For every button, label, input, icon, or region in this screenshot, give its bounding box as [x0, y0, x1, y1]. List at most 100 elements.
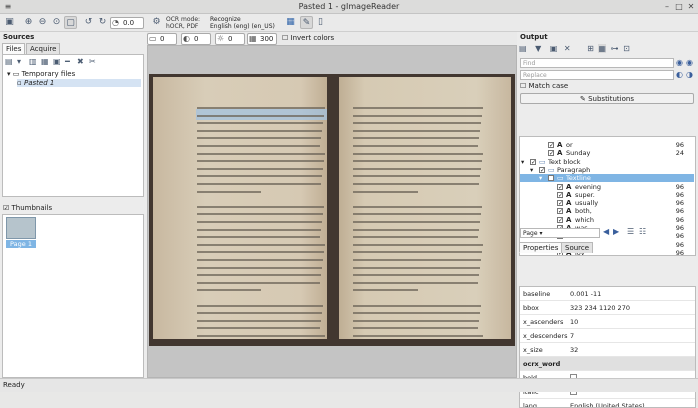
ocr-settings-icon[interactable]: ⚙ [150, 16, 163, 29]
minimize-icon[interactable]: – [662, 2, 672, 12]
save-icon[interactable]: ▾ [17, 57, 27, 66]
row-checkbox[interactable]: ✓ [548, 142, 554, 149]
tree-view-icon[interactable]: ☷ [639, 227, 646, 236]
output-document-icon[interactable]: ▯ [314, 16, 327, 29]
row-checkbox[interactable]: ✓ [557, 216, 563, 223]
contrast-spinbox[interactable]: ◐ 0 [181, 33, 211, 45]
resolution-spinbox[interactable]: ▦ 300 [247, 33, 277, 45]
add-image-icon[interactable]: ▣ [3, 16, 16, 29]
open-file-icon[interactable]: ▤ [5, 57, 15, 66]
replace-input[interactable]: Replace [520, 70, 674, 80]
property-value[interactable]: 32 [570, 343, 578, 357]
prev-page-icon[interactable]: ◀ [603, 227, 609, 236]
tab-source[interactable]: Source [561, 242, 594, 253]
clear-output-icon[interactable]: ✕ [564, 44, 571, 53]
property-key: x_descenders [523, 332, 568, 340]
find-input[interactable]: Find [520, 58, 674, 68]
find-prev-icon[interactable]: ◉ [676, 58, 683, 67]
text-line [353, 312, 480, 315]
zoom-spinbox[interactable]: ◔ 0.0 [110, 17, 144, 29]
row-checkbox[interactable]: ✓ [557, 208, 563, 215]
list-view-icon[interactable]: ☰ [627, 227, 634, 236]
zoom-fit-icon[interactable]: ⊙ [50, 16, 63, 29]
save-output-icon[interactable]: ▼ [535, 44, 541, 53]
zoom-out-icon[interactable]: ⊖ [36, 16, 49, 29]
rotate-left-icon[interactable]: ↺ [82, 16, 95, 29]
match-case-checkbox[interactable]: ☐ Match case [520, 82, 568, 90]
thumbnail-image[interactable] [6, 217, 36, 239]
expand-icon[interactable]: ▾ [521, 158, 524, 166]
export-icon[interactable]: ▣ [550, 44, 558, 53]
main-toolbar: ▣ ⊕ ⊖ ⊙ ▢ ↺ ↻ ◔ 0.0 ⚙ OCR mode: hOCR, PD… [0, 14, 698, 32]
next-page-icon[interactable]: ▶ [613, 227, 619, 236]
row-checkbox[interactable]: ✓ [557, 183, 563, 190]
tree-item-pasted[interactable]: ▫ Pasted 1 [17, 79, 141, 87]
screenshot-icon[interactable]: ▣ [53, 57, 63, 66]
row-confidence: 96 [675, 182, 684, 191]
paste-icon[interactable]: ▦ [41, 57, 51, 66]
property-value[interactable]: 10 [570, 315, 578, 329]
expand-icon[interactable]: ▾ [530, 166, 533, 174]
maximize-icon[interactable]: □ [674, 2, 684, 12]
output-row[interactable]: ✓ Aboth, 96 [520, 207, 694, 215]
row-checkbox[interactable]: ✓ [530, 158, 536, 165]
image-viewer[interactable] [147, 45, 517, 378]
text-line [197, 122, 323, 125]
row-checkbox[interactable]: ✓ [548, 175, 554, 182]
rotate-right-icon[interactable]: ↻ [96, 16, 109, 29]
tab-acquire[interactable]: Acquire [26, 43, 61, 54]
zoom-output-icon[interactable]: ⊡ [623, 44, 630, 53]
expand-all-icon[interactable]: ⊞ [587, 44, 594, 53]
invert-colors-checkbox[interactable]: ☐ Invert colors [282, 34, 334, 42]
substitutions-button[interactable]: ✎ Substitutions [520, 93, 694, 104]
find-next-icon[interactable]: ◉ [686, 58, 693, 67]
output-row[interactable]: ▾ ✓ ▭ Paragraph [520, 166, 694, 174]
page-spinbox[interactable]: ▭ 0 [147, 33, 177, 45]
output-tree[interactable]: ✓ Aor 96 ✓ A Sunday 24 ▾ ✓ ▭ Text block ▾ ✓ ▭ Paragrap… [519, 136, 696, 256]
output-row[interactable]: ✓ Awhich 96 [520, 216, 694, 224]
row-checkbox[interactable]: ✓ [548, 150, 554, 157]
replace-all-icon[interactable]: ◑ [686, 70, 693, 79]
expand-icon[interactable]: ▾ [539, 174, 542, 182]
text-line [197, 137, 321, 140]
row-text: or [566, 141, 573, 149]
output-row[interactable]: ▾ ✓ ▭ Textline [520, 174, 694, 183]
row-checkbox[interactable]: ✓ [539, 166, 545, 173]
output-row[interactable]: ✓ Ausually 96 [520, 199, 694, 207]
word-icon: A [557, 141, 563, 149]
property-value[interactable]: English (United States) [570, 399, 645, 407]
replace-icon[interactable]: ◐ [676, 70, 683, 79]
thumbnails-toggle[interactable]: ☑ Thumbnails [3, 204, 52, 212]
page-select[interactable]: Page ▾ [520, 228, 600, 238]
tab-files[interactable]: Files [2, 43, 26, 54]
recognize-button[interactable]: Recognize English (eng) (en_US) [210, 16, 278, 30]
folder-icon[interactable]: ▥ [29, 57, 39, 66]
close-icon[interactable]: ✕ [686, 2, 696, 12]
output-row[interactable]: ▾ ✓ ▭ Text block [520, 158, 694, 166]
row-checkbox[interactable]: ✓ [557, 191, 563, 198]
recognize-selection-icon[interactable]: ▦ [284, 16, 297, 29]
property-value[interactable]: 0.001 -11 [570, 287, 601, 301]
ocr-mode-selector[interactable]: OCR mode: hOCR, PDF [166, 16, 208, 30]
edit-output-icon[interactable]: ✎ [300, 16, 313, 29]
link-icon[interactable]: ⊶ [611, 44, 619, 53]
property-value[interactable]: 7 [570, 329, 574, 343]
output-row[interactable]: ✓ Asuper. 96 [520, 191, 694, 199]
zoom-original-icon[interactable]: ▢ [64, 16, 77, 29]
clear-icon[interactable]: ✂ [89, 57, 99, 66]
remove-icon[interactable]: ━ [65, 57, 75, 66]
collapse-all-icon[interactable]: ▦ [598, 44, 606, 53]
output-row[interactable]: ✓ Aor 96 [520, 141, 694, 149]
brightness-spinbox[interactable]: ☼ 0 [215, 33, 245, 45]
tree-folder[interactable]: ▾ ▭ Temporary files [7, 70, 75, 78]
output-row[interactable]: ✓ A Sunday 24 [520, 149, 694, 157]
text-line [197, 243, 325, 246]
text-line [197, 319, 321, 322]
property-value[interactable]: 323 234 1120 270 [570, 301, 630, 315]
output-mode-icon[interactable]: ▤ [519, 44, 527, 53]
delete-icon[interactable]: ✖ [77, 57, 87, 66]
tab-properties[interactable]: Properties [519, 242, 563, 253]
zoom-in-icon[interactable]: ⊕ [22, 16, 35, 29]
row-checkbox[interactable]: ✓ [557, 200, 563, 207]
output-row[interactable]: ✓ Aevening 96 [520, 183, 694, 191]
